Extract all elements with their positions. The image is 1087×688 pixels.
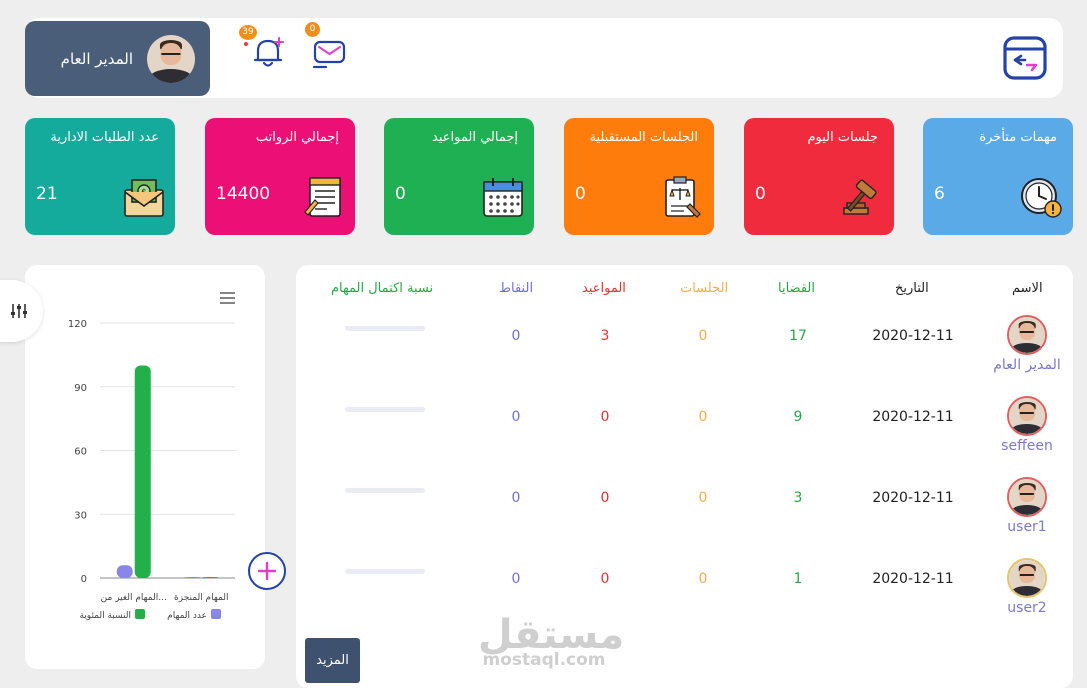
completion-progress-bar [345,407,425,412]
y-tick-label: 30 [74,510,87,521]
document-list-icon [304,177,341,217]
avatar [147,34,195,83]
watermark-latin: mostaql.com [482,650,606,670]
avatar[interactable] [1007,558,1047,598]
notifications-button[interactable]: 39 [239,25,288,72]
card-value: 0 [575,184,586,204]
header-appointments: المواعيد [582,281,626,296]
cell-points: 0 [511,571,521,587]
chart-bar [202,577,219,578]
cell-cases: 3 [793,490,803,506]
user-name-link[interactable]: seffeen [1001,438,1053,454]
card-future-sessions[interactable]: الجلسات المستقبلية 0 [564,118,714,235]
y-tick-label: 0 [81,574,87,585]
completion-progress-bar [345,326,425,331]
cell-points: 0 [511,328,521,344]
x-tick-label: المهام المنجزة [174,593,228,603]
add-button[interactable] [248,552,286,590]
legend-label: النسبة المئوية [79,611,131,621]
cell-points: 0 [511,490,521,506]
cell-date: 2020-12-11 [872,490,954,506]
cell-sessions: 0 [698,409,708,425]
y-tick-label: 90 [74,383,87,394]
card-total-salaries[interactable]: إجمالي الرواتب 14400 [205,118,355,235]
clock-warning-icon [1021,178,1062,218]
logo-icon [1003,36,1047,80]
card-title: الجلسات المستقبلية [589,130,698,145]
money-envelope-icon: $ [124,179,164,217]
user-name-link[interactable]: user1 [1007,519,1046,535]
plus-icon [257,561,277,581]
card-total-appointments[interactable]: إجمالي المواعيد 0 [384,118,534,235]
cell-points: 0 [511,409,521,425]
card-title: إجمالي الرواتب [255,130,339,145]
card-title: إجمالي المواعيد [432,130,518,145]
cell-appointments: 0 [600,409,610,425]
cell-appointments: 0 [600,571,610,587]
header-sessions: الجلسات [680,281,729,296]
cell-sessions: 0 [698,328,708,344]
card-value: 21 [36,184,58,204]
card-value: 6 [934,184,945,204]
gavel-icon [843,179,877,215]
avatar[interactable] [1007,477,1047,517]
header-name: الاسم [1012,281,1043,296]
header-cases: القضايا [778,281,815,296]
cell-date: 2020-12-11 [872,328,954,344]
card-value: 0 [395,184,406,204]
user-profile[interactable]: المدير العام [25,21,210,96]
notifications-badge: 39 [239,25,257,40]
y-tick-label: 120 [68,319,87,330]
legend-swatch [211,609,221,619]
card-admin-requests[interactable]: عدد الطلبات الادارية 21 $ [25,118,175,235]
y-tick-label: 60 [74,447,87,458]
user-name-link[interactable]: user2 [1007,600,1046,616]
cell-date: 2020-12-11 [872,571,954,587]
tasks-bar-chart: 120 90 60 30 0 المهام الغير من... المهام المنج… [68,319,235,621]
legend-label: عدد المهام [167,611,207,621]
avatar[interactable] [1007,315,1047,355]
chart-bar [134,365,151,578]
mail-icon [312,40,346,69]
card-title: عدد الطلبات الادارية [50,130,159,145]
cell-appointments: 3 [600,328,610,344]
cell-sessions: 0 [698,571,708,587]
legal-document-icon [665,176,701,218]
cell-appointments: 0 [600,490,610,506]
user-name: المدير العام [60,49,133,68]
badge-dot [244,42,248,46]
cell-cases: 17 [789,328,807,344]
calendar-icon [483,178,523,217]
user-name-link[interactable]: المدير العام [993,357,1061,373]
card-overdue-tasks[interactable]: مهمات متأخرة 6 [923,118,1073,235]
legend-swatch [135,609,145,619]
app-logo[interactable] [1003,36,1047,80]
cell-sessions: 0 [698,490,708,506]
cell-cases: 9 [793,409,803,425]
cell-date: 2020-12-11 [872,409,954,425]
card-title: جلسات اليوم [807,130,878,145]
card-value: 14400 [216,184,271,204]
card-value: 0 [755,184,766,204]
completion-progress-bar [345,488,425,493]
header-date: التاريخ [895,281,929,296]
card-today-sessions[interactable]: جلسات اليوم 0 [744,118,894,235]
cell-cases: 1 [793,571,803,587]
watermark: مستقل mostaql.com [478,612,624,670]
messages-button[interactable]: 0 [305,22,350,72]
chart-bar [116,565,133,578]
chart-bar [184,577,201,578]
card-title: مهمات متأخرة [979,130,1057,145]
header-completion: نسبة اكتمال المهام [331,281,434,296]
messages-badge: 0 [305,22,320,37]
x-tick-label: المهام الغير من... [101,593,167,603]
avatar[interactable] [1007,396,1047,436]
header-points: النقاط [499,281,534,296]
more-button[interactable]: المزيد [305,638,360,683]
sliders-icon [11,304,27,318]
completion-progress-bar [345,569,425,574]
